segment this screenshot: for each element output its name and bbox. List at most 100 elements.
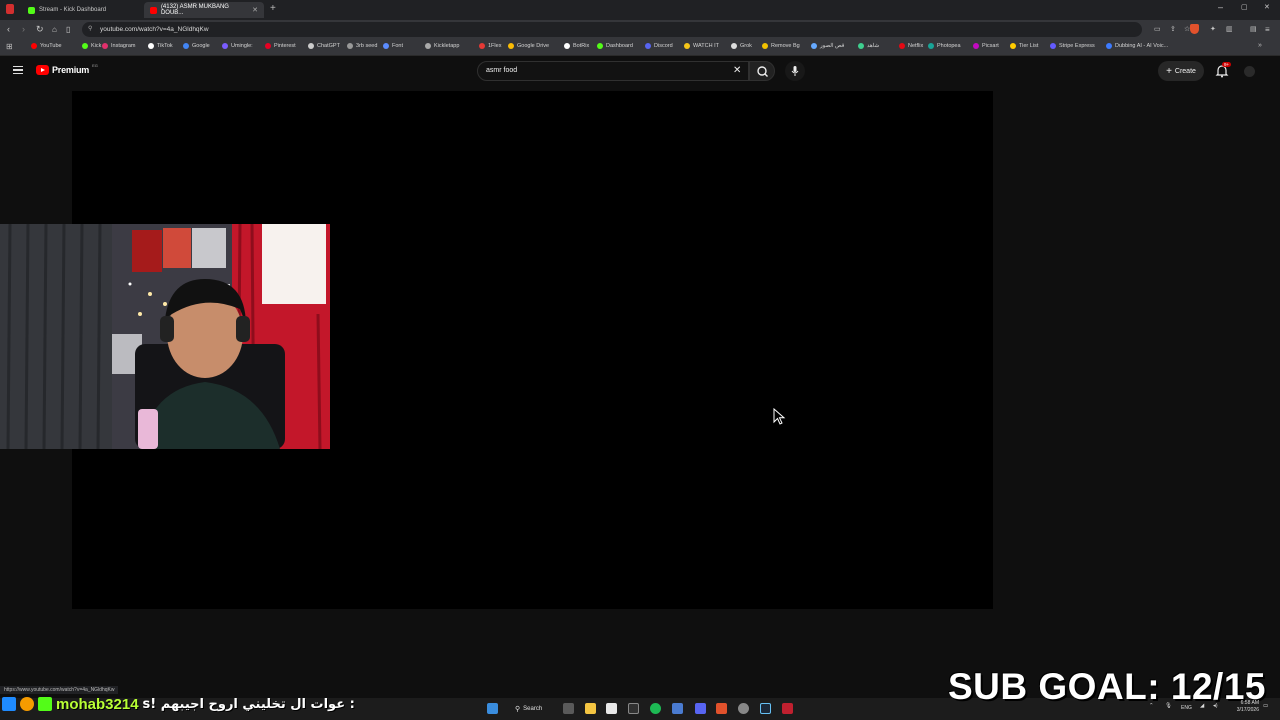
sidebar-icon[interactable]: ▥ — [1226, 24, 1233, 35]
bookmark-label: شاهد — [867, 43, 880, 49]
apps-grid-icon[interactable]: ⊞ — [6, 42, 13, 51]
bookmark-item[interactable]: Pinterest — [265, 43, 296, 49]
avatar[interactable] — [1244, 66, 1255, 77]
close-tab-icon[interactable]: ✕ — [252, 6, 258, 14]
site-info-icon[interactable]: ⚲ — [88, 25, 92, 32]
bookmark-item[interactable]: Discord — [645, 43, 673, 49]
close-window-icon[interactable]: ✕ — [1264, 3, 1270, 11]
tab-kick-dashboard[interactable]: Stream - Kick Dashboard — [22, 2, 142, 18]
webcam-feed-image — [0, 224, 330, 449]
clear-search-icon[interactable]: ✕ — [733, 65, 741, 76]
network-icon[interactable]: ◢ — [1200, 703, 1204, 709]
home-icon[interactable]: ⌂ — [52, 24, 57, 35]
clock-date: 3/17/2026 — [1236, 707, 1259, 713]
clock-time: 6:58 AM — [1240, 700, 1259, 706]
forward-arrow-icon[interactable]: › — [22, 24, 25, 35]
chrome-icon[interactable] — [738, 703, 749, 714]
bookmark-label: Google — [192, 43, 210, 49]
tab-youtube-video[interactable]: (4132) ASMR MUKBANG DOUB... ✕ — [144, 2, 264, 18]
install-app-icon[interactable]: ▭ — [1154, 24, 1161, 35]
bookmark-favicon-icon — [148, 43, 154, 49]
hamburger-menu-icon[interactable] — [13, 66, 23, 74]
bookmark-item[interactable]: Kick — [82, 43, 101, 49]
bookmark-icon[interactable]: ▯ — [66, 24, 70, 35]
tray-overflow-icon[interactable]: ⌃ — [1149, 703, 1154, 709]
brave-browser-icon[interactable] — [716, 703, 727, 714]
brave-shield-icon[interactable] — [1190, 24, 1199, 34]
language-indicator[interactable]: ENG — [1181, 705, 1192, 711]
bookmark-item[interactable]: Stripe Express — [1050, 43, 1095, 49]
more-bookmarks-icon[interactable]: » — [1258, 42, 1262, 49]
bookmark-item[interactable]: Netflix — [899, 43, 923, 49]
microphone-tray-icon[interactable]: 🎙 — [1165, 703, 1172, 709]
bookmark-item[interactable]: Kickletapp — [425, 43, 459, 49]
windows-start-icon[interactable] — [487, 703, 498, 714]
app-icon[interactable] — [628, 703, 639, 714]
bookmark-label: Photopea — [937, 43, 961, 49]
bookmark-item[interactable]: 3rb seed — [347, 43, 377, 49]
browser-tab-strip: Stream - Kick Dashboard (4132) ASMR MUKB… — [0, 0, 1280, 20]
search-input[interactable]: asmr food — [477, 61, 749, 81]
bookmark-label: ChatGPT — [317, 43, 340, 49]
bookmark-item[interactable]: TikTok — [148, 43, 173, 49]
volume-icon[interactable]: ◂) — [1213, 703, 1218, 709]
store-icon[interactable] — [606, 703, 617, 714]
task-view-icon[interactable] — [563, 703, 574, 714]
bookmark-favicon-icon — [308, 43, 314, 49]
bookmark-label: Remove Bg — [771, 43, 800, 49]
bookmark-item[interactable]: قص الصور — [811, 43, 844, 49]
youtube-logo[interactable]: Premium EG — [36, 63, 98, 75]
share-icon[interactable]: ⇪ — [1170, 24, 1176, 35]
youtube-favicon-icon — [150, 6, 157, 14]
tab-search-button[interactable] — [6, 4, 14, 14]
notification-center-icon[interactable]: ▭ — [1263, 703, 1268, 709]
menu-icon[interactable]: ▤ — [1250, 24, 1257, 35]
create-button[interactable]: + Create — [1158, 61, 1204, 81]
bookmark-item[interactable]: Google Drive — [508, 43, 549, 49]
bookmark-item[interactable]: 1Flex — [479, 43, 501, 49]
bookmark-item[interactable]: Umingle: — [222, 43, 253, 49]
taskbar-search-label: Search — [523, 705, 543, 712]
bookmark-item[interactable]: ChatGPT — [308, 43, 340, 49]
bookmark-item[interactable]: شاهد — [858, 43, 879, 49]
bookmark-label: 1Flex — [488, 43, 502, 49]
voice-search-button[interactable] — [785, 61, 805, 81]
bookmark-item[interactable]: Dubbing AI - AI Voic... — [1106, 43, 1168, 49]
maximize-window-icon[interactable]: ▢ — [1241, 3, 1248, 11]
bookmark-label: Kickletapp — [434, 43, 460, 49]
chat-app-icon[interactable] — [672, 703, 683, 714]
back-arrow-icon[interactable]: ‹ — [7, 24, 10, 35]
bookmark-item[interactable]: BotRix — [564, 43, 589, 49]
bookmark-item[interactable]: WATCH IT — [684, 43, 719, 49]
bookmark-item[interactable]: YouTube — [31, 43, 62, 49]
extensions-icon[interactable]: ✦ — [1210, 24, 1216, 35]
minimize-window-icon[interactable]: – — [1218, 2, 1223, 12]
bookmark-item[interactable]: Dashboard — [597, 43, 633, 49]
notifications-button[interactable]: 9+ — [1214, 62, 1232, 79]
more-menu-icon[interactable]: ≡ — [1265, 24, 1270, 35]
bookmark-item[interactable]: Photopea — [928, 43, 961, 49]
bookmark-label: Pinterest — [274, 43, 296, 49]
new-tab-button[interactable]: + — [270, 3, 276, 14]
bookmark-item[interactable]: Google — [183, 43, 210, 49]
bookmark-item[interactable]: Remove Bg — [762, 43, 800, 49]
search-button[interactable] — [749, 61, 775, 81]
bookmark-item[interactable]: Picsart — [973, 43, 999, 49]
steam-icon[interactable] — [760, 703, 771, 714]
bookmark-favicon-icon — [597, 43, 603, 49]
bookmark-favicon-icon — [1050, 43, 1056, 49]
taskbar-search[interactable]: ⚲ Search — [509, 702, 548, 715]
spotify-icon[interactable] — [650, 703, 661, 714]
obs-icon[interactable] — [782, 703, 793, 714]
bookmark-item[interactable]: Grok — [731, 43, 752, 49]
bookmarks-bar: ⊞ YouTube Kick Instagram TikTok Google Umingl… — [0, 39, 1280, 56]
file-explorer-icon[interactable] — [585, 703, 596, 714]
reload-icon[interactable]: ↻ — [36, 24, 44, 35]
bookmark-item[interactable]: Tier List — [1010, 43, 1038, 49]
clock[interactable]: 6:58 AM 3/17/2026 — [1229, 700, 1259, 714]
discord-icon[interactable] — [695, 703, 706, 714]
bookmark-item[interactable]: Font — [383, 43, 403, 49]
bookmark-item[interactable]: Instagram — [102, 43, 135, 49]
bookmark-label: Picsart — [982, 43, 999, 49]
address-bar[interactable]: youtube.com/watch?v=4a_NGldhqKw — [82, 22, 1142, 37]
